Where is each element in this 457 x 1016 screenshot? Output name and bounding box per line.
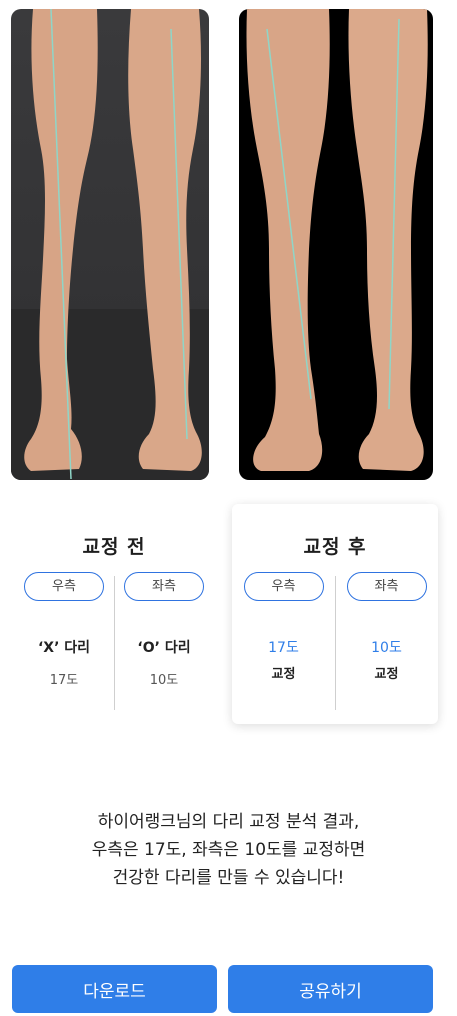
after-left-degree: 10도: [371, 640, 402, 656]
analysis-line-2: 우측은 17도, 좌측은 10도를 교정하면: [91, 840, 366, 860]
before-right-tag[interactable]: 우측: [24, 572, 104, 601]
download-button[interactable]: 다운로드: [12, 965, 217, 1013]
after-left-column: 좌측 10도 교정: [335, 572, 438, 682]
before-left-degree: 10도: [149, 673, 179, 688]
after-right-tag[interactable]: 우측: [243, 572, 324, 601]
after-right-degree: 17도: [268, 640, 299, 656]
analysis-result-text: 하이어랭크님의 다리 교정 분석 결과, 우측은 17도, 좌측은 10도를 교…: [0, 808, 457, 892]
after-card: 교정 후 우측 17도 교정 좌측 10도 교정: [232, 504, 438, 724]
after-right-correction: 교정: [271, 667, 296, 682]
before-left-tag[interactable]: 좌측: [124, 572, 204, 601]
after-title: 교정 후: [303, 536, 367, 558]
before-card: 교정 전 우측 ‘X’ 다리 17도 좌측 ‘O’ 다리 10도: [14, 504, 214, 724]
after-left-tag[interactable]: 좌측: [346, 572, 427, 601]
share-button[interactable]: 공유하기: [228, 965, 433, 1013]
analysis-line-1: 하이어랭크님의 다리 교정 분석 결과,: [97, 812, 360, 832]
before-left-leg-type: ‘O’ 다리: [137, 640, 191, 656]
after-leg-photo: [239, 9, 433, 480]
after-left-correction: 교정: [374, 667, 399, 682]
before-left-column: 좌측 ‘O’ 다리 10도: [114, 572, 214, 688]
before-right-degree: 17도: [49, 673, 79, 688]
before-leg-photo: [11, 9, 209, 480]
before-right-leg-type: ‘X’ 다리: [37, 640, 91, 656]
before-title: 교정 전: [82, 536, 146, 558]
after-right-column: 우측 17도 교정: [232, 572, 335, 682]
analysis-line-3: 건강한 다리를 만들 수 있습니다!: [112, 868, 345, 888]
before-right-column: 우측 ‘X’ 다리 17도: [14, 572, 114, 688]
